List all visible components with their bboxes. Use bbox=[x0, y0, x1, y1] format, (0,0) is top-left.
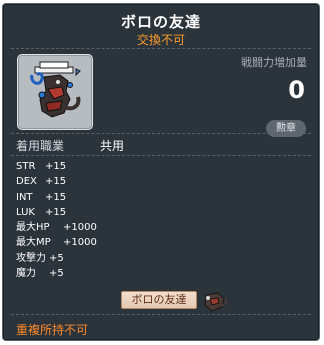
name-tag-badge: ボロの友達 bbox=[121, 291, 197, 309]
stat-row-max-mp: 最大MP +1000 bbox=[16, 235, 176, 250]
stat-name: 最大MP bbox=[16, 237, 51, 249]
bolo-friend-icon bbox=[30, 61, 81, 118]
stat-row-magic: 魔力 +5 bbox=[16, 266, 176, 281]
stat-value: +15 bbox=[45, 191, 67, 203]
item-tooltip: ボロの友達 交換不可 戦闘力増加量 0 勲章 着用職業 共用 STR +15 D… bbox=[2, 3, 320, 341]
item-title: ボロの友達 bbox=[120, 13, 201, 31]
stat-value: +15 bbox=[45, 161, 67, 172]
stat-name: LUK bbox=[16, 206, 35, 218]
stat-value: +15 bbox=[45, 176, 67, 188]
equip-job-label: 着用職業 bbox=[16, 139, 65, 153]
stat-name: STR bbox=[16, 161, 36, 172]
divider-bottom bbox=[11, 314, 311, 315]
stat-row-attack: 攻撃力 +5 bbox=[16, 251, 176, 266]
stat-name: DEX bbox=[16, 176, 37, 188]
stat-value: +15 bbox=[45, 206, 67, 218]
no-duplicate-note: 重複所持不可 bbox=[16, 323, 89, 337]
stat-row-dex: DEX +15 bbox=[16, 174, 176, 189]
bolo-mascot-icon bbox=[200, 287, 228, 313]
stat-value: +1000 bbox=[63, 237, 97, 249]
stat-row-max-hp: 最大HP +1000 bbox=[16, 220, 176, 235]
stat-value: +5 bbox=[49, 268, 64, 280]
combat-power-label: 戦闘力増加量 bbox=[241, 56, 307, 69]
combat-power-value: 0 bbox=[288, 76, 305, 104]
stat-name: 最大HP bbox=[16, 222, 50, 234]
stat-row-luk: LUK +15 bbox=[16, 205, 176, 220]
divider-top bbox=[11, 48, 311, 49]
divider-stats bbox=[11, 155, 311, 156]
stat-name: 攻撃力 bbox=[16, 252, 46, 264]
stat-row-str: STR +15 bbox=[16, 159, 176, 174]
medal-button[interactable]: 勲章 bbox=[266, 120, 306, 137]
stat-value: +5 bbox=[49, 252, 64, 264]
equip-job-value: 共用 bbox=[100, 139, 125, 153]
stat-name: 魔力 bbox=[16, 268, 36, 280]
stat-name: INT bbox=[16, 191, 33, 203]
stat-list: STR +15 DEX +15 INT +15 LUK +15 最大HP +10… bbox=[16, 159, 176, 281]
item-icon-frame bbox=[17, 54, 93, 130]
trade-status: 交換不可 bbox=[136, 33, 185, 47]
stat-value: +1000 bbox=[63, 222, 97, 234]
divider-mid bbox=[11, 133, 311, 134]
stat-row-int: INT +15 bbox=[16, 190, 176, 205]
